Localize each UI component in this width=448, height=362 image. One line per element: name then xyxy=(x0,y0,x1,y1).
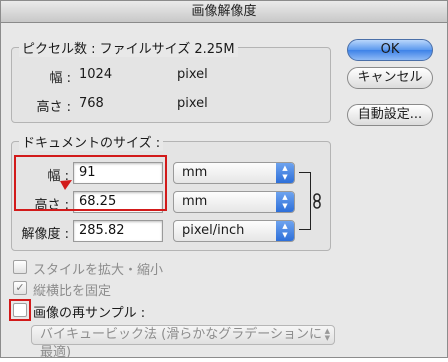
constrain-link-bracket xyxy=(299,172,311,230)
constrain-checkbox[interactable]: ✓ xyxy=(13,281,27,295)
ok-button[interactable]: OK xyxy=(347,39,433,61)
checkmark-icon: ✓ xyxy=(15,281,25,294)
scale-styles-checkbox[interactable] xyxy=(13,260,27,274)
resolution-label: 解像度 : xyxy=(21,227,69,242)
constrain-label: 縦横比を固定 xyxy=(33,284,112,299)
doc-height-unit-select[interactable]: mm ▲ ▼ xyxy=(173,191,295,213)
scale-styles-label: スタイルを拡大・縮小 xyxy=(33,263,164,278)
resample-label: 画像の再サンプル : xyxy=(33,306,146,321)
cancel-button[interactable]: キャンセル xyxy=(347,67,433,89)
resolution-input[interactable]: 285.82 xyxy=(73,220,163,242)
chain-link-icon xyxy=(312,193,324,209)
doc-width-unit-select[interactable]: mm ▲ ▼ xyxy=(173,162,295,184)
highlight-box xyxy=(14,155,167,211)
select-arrows-icon: ▲ ▼ xyxy=(276,163,294,183)
pixel-height-unit: pixel xyxy=(177,96,208,111)
doc-height-unit-value: mm xyxy=(182,194,208,209)
select-arrows-icon: ▲ ▼ xyxy=(276,192,294,212)
pixel-height-value: 768 xyxy=(79,96,104,111)
pixel-width-value: 1024 xyxy=(79,67,113,82)
resolution-unit-select[interactable]: pixel/inch ▲ ▼ xyxy=(173,220,295,242)
select-arrows-icon: ▲ ▼ xyxy=(324,327,330,342)
pointer-arrow-icon xyxy=(59,179,73,195)
pixel-width-unit: pixel xyxy=(177,67,208,82)
resolution-unit-value: pixel/inch xyxy=(182,223,245,238)
document-size-title: ドキュメントのサイズ : xyxy=(19,132,164,151)
window-title: 画像解像度 xyxy=(1,1,447,23)
image-size-dialog: 画像解像度 ピクセル数 : ファイルサイズ 2.25M 幅 : 1024 pix… xyxy=(0,0,448,360)
resample-highlight-box xyxy=(9,299,31,321)
auto-button[interactable]: 自動設定... xyxy=(347,104,433,126)
resample-method-select[interactable]: バイキュービック法 (滑らかなグラデーションに最適) ▲ ▼ xyxy=(31,325,335,360)
doc-width-unit-value: mm xyxy=(182,165,208,180)
pixel-width-label: 幅 : xyxy=(49,71,71,86)
resample-method-value: バイキュービック法 (滑らかなグラデーションに最適) xyxy=(40,327,322,360)
select-arrows-icon: ▲ ▼ xyxy=(276,221,294,241)
pixel-height-label: 高さ : xyxy=(36,100,71,115)
pixel-dimensions-title: ピクセル数 : ファイルサイズ 2.25M xyxy=(19,38,238,57)
